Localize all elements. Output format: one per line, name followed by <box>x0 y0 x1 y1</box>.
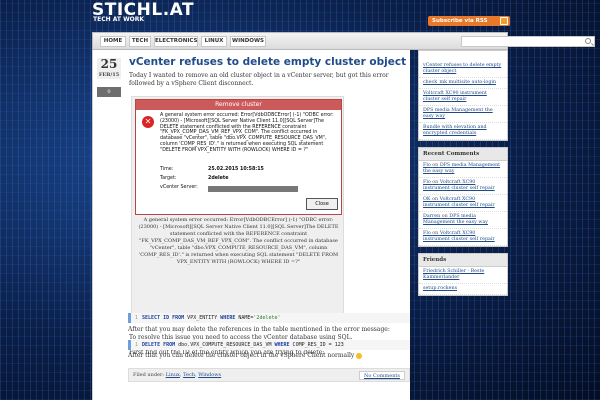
dialog-message: A general system error occurred: Error[V… <box>160 113 334 153</box>
code-text: NAME= <box>235 315 254 321</box>
friend-link[interactable]: setup.rockens <box>419 284 507 295</box>
figure-caption: A general system error occurred: Error[V… <box>138 217 339 265</box>
code-block-select: 1 SELECT ID FROM VPX_ENTITY WHERE NAME='2… <box>128 313 410 323</box>
code-keyword: SELECT ID FROM <box>142 315 185 321</box>
vcenter-server-redacted <box>208 186 298 192</box>
code-text: VPX_ENTITY <box>184 315 221 321</box>
comment-author[interactable]: Flo <box>423 163 431 168</box>
time-value: 25.02.2015 10:58:15 <box>208 167 264 172</box>
search-input[interactable] <box>461 36 595 47</box>
comment-count-badge[interactable]: 0 <box>97 87 121 97</box>
post-intro: Today I wanted to remove an old cluster … <box>129 72 389 87</box>
post-body: vCenter refuses to delete empty cluster … <box>121 50 411 400</box>
comment-author[interactable]: OK <box>423 197 431 202</box>
nav-home[interactable]: HOME <box>100 36 126 47</box>
recent-comments-title: Recent Comments <box>419 148 507 161</box>
comment-on-label: on <box>441 214 448 219</box>
post-month: FEB/15 <box>97 71 121 79</box>
sidebar: vCenter refuses to delete empty cluster … <box>418 50 508 400</box>
post-title[interactable]: vCenter refuses to delete empty cluster … <box>129 56 406 68</box>
comment-author[interactable]: Flo <box>423 231 431 236</box>
search-icon[interactable] <box>585 38 591 44</box>
subscribe-rss-button[interactable]: Subscribe via RSS <box>428 16 510 26</box>
recent-comment-item[interactable]: OK on Voltcraft XC90 instrument cluster … <box>419 195 507 212</box>
recent-comment-item[interactable]: Darren on DPS media Management the easy … <box>419 212 507 229</box>
main-content: 25 FEB/15 0 vCenter refuses to delete em… <box>92 50 410 400</box>
paragraph-find-id: First find out the ID of the entity whic… <box>129 349 325 356</box>
recent-comment-item[interactable]: Flo on Voltcraft XC90 instrument cluster… <box>419 178 507 195</box>
rss-label: Subscribe via RSS <box>432 18 488 24</box>
rss-icon <box>500 17 508 25</box>
site-tagline: TECH AT WORK <box>93 16 145 23</box>
paragraph-resolve: To resolve this issue you need to access… <box>129 334 353 341</box>
recent-comment-item[interactable]: Flo on Voltcraft XC90 instrument cluster… <box>419 229 507 246</box>
code-line-number: 1 <box>135 315 139 321</box>
recent-post-link[interactable]: DPS media Management the easy way <box>419 106 507 123</box>
comment-on-label: on <box>432 197 439 202</box>
target-value: 2delete <box>208 176 229 181</box>
code-string: '2delete' <box>253 315 281 321</box>
recent-post-link[interactable]: Bundle with elevation and encrypted cred… <box>419 123 507 140</box>
vcenter-server-label: vCenter Server: <box>160 185 198 190</box>
close-button[interactable]: Close <box>306 198 338 210</box>
post-date: 25 FEB/15 0 <box>97 58 121 97</box>
error-icon: ✕ <box>142 116 154 128</box>
code-keyword: WHERE <box>220 315 236 321</box>
comment-author[interactable]: Flo <box>423 180 431 185</box>
comment-on-label: on <box>432 180 439 185</box>
comment-on-label: on <box>432 231 439 236</box>
recent-comment-item[interactable]: Flo on DPS media Management the easy way <box>419 161 507 178</box>
nav-electronics[interactable]: ELECTRONICS <box>154 36 198 47</box>
comment-author[interactable]: Darren <box>423 214 440 219</box>
widget-title-blank <box>419 51 507 61</box>
recent-posts-widget: vCenter refuses to delete empty cluster … <box>418 50 508 141</box>
recent-post-link[interactable]: vCenter refuses to delete empty cluster … <box>419 61 507 78</box>
remove-cluster-dialog: Remove cluster ✕ A general system error … <box>135 99 342 215</box>
main-navigation: HOME TECH ELECTRONICS LINUX WINDOWS <box>92 32 595 50</box>
post-day: 25 <box>97 58 121 71</box>
dialog-title: Remove cluster <box>136 100 341 110</box>
nav-linux[interactable]: LINUX <box>201 36 227 47</box>
nav-windows[interactable]: WINDOWS <box>230 36 266 47</box>
comment-on-label: on <box>432 163 439 168</box>
friends-title: Friends <box>419 254 507 267</box>
friend-link[interactable]: Friedrich Schiller - Beste Kammerlander <box>419 267 507 284</box>
target-label: Target: <box>160 176 177 181</box>
error-screenshot-figure: Remove cluster ✕ A general system error … <box>131 96 344 318</box>
recent-post-link[interactable]: Voltcraft XC90 instrument cluster self r… <box>419 89 507 106</box>
recent-comments-widget: Recent Comments Flo on DPS media Managem… <box>418 147 508 247</box>
recent-post-link[interactable]: check_mk multisite auto-login <box>419 78 507 89</box>
friends-widget: Friends Friedrich Schiller - Beste Kamme… <box>418 253 508 296</box>
time-label: Time: <box>160 167 174 172</box>
nav-tech[interactable]: TECH <box>129 36 151 47</box>
